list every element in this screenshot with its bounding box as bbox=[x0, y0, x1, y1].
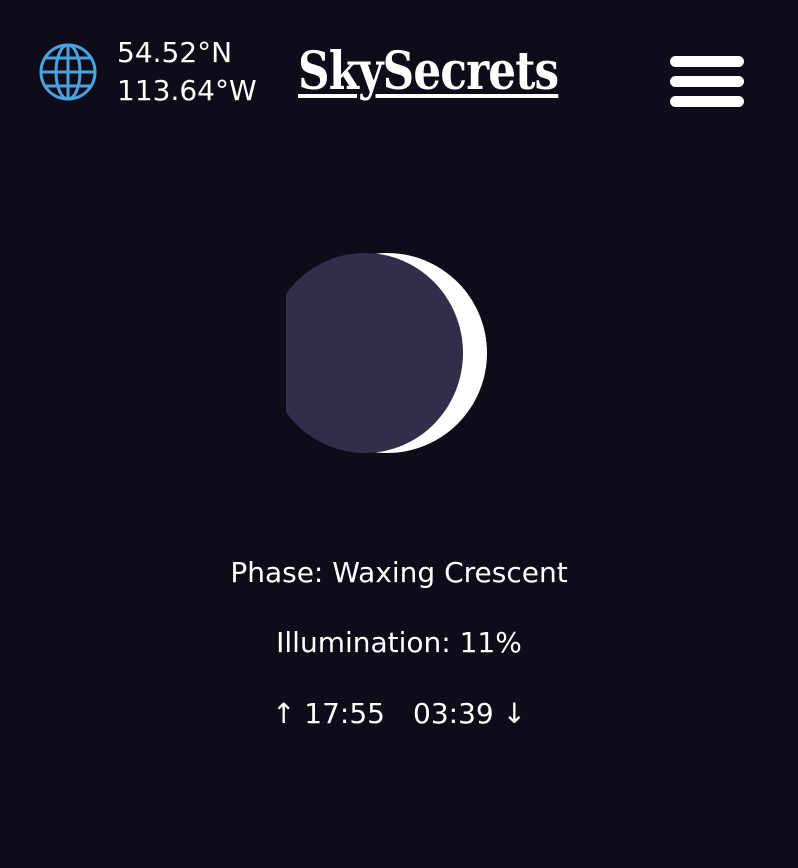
hamburger-menu-icon[interactable] bbox=[668, 54, 746, 110]
menu-bar bbox=[670, 56, 744, 67]
longitude: 113.64°W bbox=[117, 74, 257, 107]
coordinates: 54.52°N 113.64°W bbox=[117, 34, 257, 110]
app-title[interactable]: SkySecrets bbox=[298, 40, 559, 104]
moonset-time: 03:39 ↓ bbox=[413, 697, 527, 730]
globe-icon[interactable] bbox=[38, 42, 98, 102]
latitude: 54.52°N bbox=[117, 36, 233, 69]
phase-label: Phase: Waxing Crescent bbox=[230, 556, 568, 589]
rise-set-times: ↑ 17:55 03:39 ↓ bbox=[0, 697, 798, 730]
menu-bar bbox=[670, 76, 744, 87]
moonrise-time: ↑ 17:55 bbox=[271, 697, 385, 730]
header: 54.52°N 113.64°W SkySecrets bbox=[0, 0, 798, 150]
menu-bar bbox=[670, 96, 744, 107]
illumination-label: Illumination: 11% bbox=[276, 626, 522, 659]
moon-phase-graphic bbox=[267, 252, 488, 454]
